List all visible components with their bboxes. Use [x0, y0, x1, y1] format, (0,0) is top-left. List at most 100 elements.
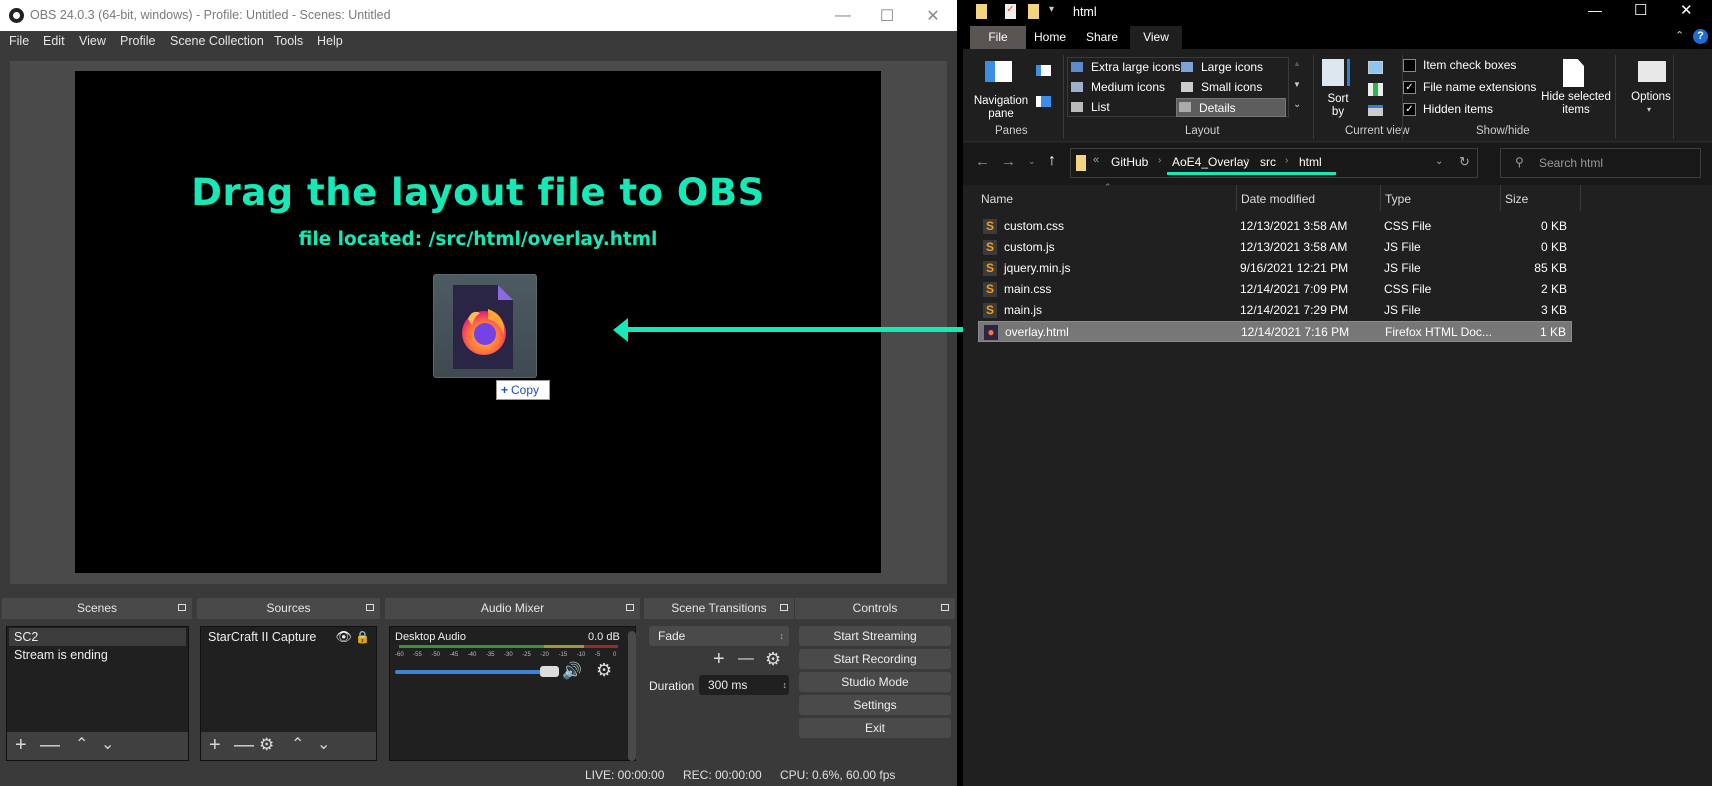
scenes-list[interactable]: SC2 Stream is ending + — ⌃ ⌄: [6, 626, 189, 761]
quick-access-dropdown-icon[interactable]: ▾: [1049, 4, 1054, 15]
gallery-scroll-up-icon[interactable]: ▲: [1293, 59, 1301, 68]
add-transition-button[interactable]: +: [713, 648, 725, 671]
minimize-button[interactable]: —: [820, 0, 866, 31]
sort-by-button[interactable]: Sort by: [1320, 59, 1360, 121]
eye-icon[interactable]: 👁: [335, 628, 352, 646]
exit-button[interactable]: Exit: [799, 718, 951, 738]
help-icon[interactable]: ?: [1693, 29, 1708, 44]
remove-source-button[interactable]: —: [234, 732, 254, 758]
breadcrumb-aoe4-overlay[interactable]: AoE4_Overlay: [1172, 155, 1249, 169]
close-button[interactable]: ✕: [910, 0, 956, 31]
address-bar[interactable]: « GitHub › AoE4_Overlay › src › html ⌄ ↻: [1070, 148, 1478, 178]
start-recording-button[interactable]: Start Recording: [799, 649, 951, 669]
column-size[interactable]: Size: [1505, 192, 1528, 206]
recent-locations-icon[interactable]: ⌄: [1028, 156, 1036, 167]
refresh-icon[interactable]: ↻: [1459, 154, 1470, 170]
studio-mode-button[interactable]: Studio Mode: [799, 672, 951, 692]
undock-icon[interactable]: [178, 604, 186, 611]
start-streaming-button[interactable]: Start Streaming: [799, 626, 951, 646]
audio-settings-gear-icon[interactable]: ⚙: [596, 660, 612, 681]
audio-mixer-scrollbar[interactable]: [628, 631, 636, 761]
gallery-expand-icon[interactable]: ⌄: [1293, 99, 1301, 110]
file-row[interactable]: Scustom.js 12/13/2021 3:58 AM JS File 0 KB: [978, 237, 1572, 258]
column-divider[interactable]: [1500, 185, 1501, 211]
breadcrumb-html[interactable]: html: [1299, 155, 1322, 169]
file-row[interactable]: Sjquery.min.js 9/16/2021 12:21 PM JS File 8…: [978, 258, 1572, 279]
address-dropdown-icon[interactable]: ⌄: [1435, 156, 1443, 167]
remove-transition-button[interactable]: —: [738, 650, 754, 668]
file-row[interactable]: ● overlay.html 12/14/2021 7:16 PM Firefox H…: [978, 321, 1572, 342]
menu-tools[interactable]: Tools: [274, 34, 303, 48]
file-row[interactable]: Smain.js 12/14/2021 7:29 PM JS File 3 KB: [978, 300, 1572, 321]
volume-slider-handle[interactable]: [540, 666, 559, 677]
add-scene-button[interactable]: +: [15, 732, 27, 758]
column-divider[interactable]: [1236, 185, 1237, 211]
duration-input[interactable]: 300 ms ↕: [699, 675, 789, 695]
collapse-ribbon-icon[interactable]: ⌃: [1675, 29, 1684, 42]
breadcrumb-separator-icon[interactable]: ›: [1246, 155, 1249, 166]
volume-slider-track[interactable]: [395, 670, 545, 674]
back-button[interactable]: ←: [975, 153, 990, 170]
column-name[interactable]: Name: [981, 192, 1013, 206]
menu-file[interactable]: File: [9, 34, 29, 48]
menu-edit[interactable]: Edit: [43, 34, 65, 48]
breadcrumb-separator-icon[interactable]: ›: [1285, 155, 1288, 166]
source-item[interactable]: StarCraft II Capture 👁 🔒: [203, 628, 374, 646]
transition-settings-gear-icon[interactable]: ⚙: [765, 649, 781, 670]
sources-list[interactable]: StarCraft II Capture 👁 🔒 + — ⚙ ⌃ ⌄: [200, 626, 377, 761]
search-box[interactable]: ⚲ Search html: [1500, 148, 1701, 178]
move-up-button[interactable]: ⌃: [291, 732, 304, 758]
properties-quick-icon[interactable]: ✓: [1005, 4, 1016, 19]
remove-scene-button[interactable]: —: [40, 732, 60, 758]
item-check-boxes-checkbox[interactable]: [1403, 59, 1416, 72]
column-type[interactable]: Type: [1385, 192, 1411, 206]
file-row[interactable]: Scustom.css 12/13/2021 3:58 AM CSS File 0 K…: [978, 216, 1572, 237]
file-name-extensions-checkbox[interactable]: ✓: [1403, 81, 1416, 94]
undock-icon[interactable]: [941, 604, 949, 611]
scene-item[interactable]: SC2: [9, 628, 186, 646]
menu-profile[interactable]: Profile: [120, 34, 155, 48]
gallery-scroll-down-icon[interactable]: ▼: [1293, 80, 1301, 89]
minimize-button[interactable]: —: [1588, 2, 1602, 18]
transition-select[interactable]: Fade ↕: [649, 626, 789, 646]
file-row[interactable]: Smain.css 12/14/2021 7:09 PM CSS File 2 KB: [978, 279, 1572, 300]
undock-icon[interactable]: [626, 604, 634, 611]
maximize-button[interactable]: ☐: [1634, 1, 1647, 19]
breadcrumb-src[interactable]: src: [1260, 155, 1276, 169]
move-up-button[interactable]: ⌃: [75, 732, 88, 758]
duration-stepper-icon[interactable]: ↕: [783, 675, 788, 695]
options-button[interactable]: Options ▾: [1623, 59, 1679, 121]
lock-icon[interactable]: 🔒: [355, 628, 370, 646]
up-button[interactable]: ↑: [1048, 152, 1056, 170]
hide-selected-items-button[interactable]: Hide selected items: [1537, 59, 1615, 121]
group-by-icon[interactable]: [1368, 61, 1383, 74]
speaker-icon[interactable]: 🔊: [562, 661, 582, 681]
breadcrumb-github[interactable]: GitHub: [1111, 155, 1148, 169]
source-properties-gear-icon[interactable]: ⚙: [259, 732, 274, 758]
menu-help[interactable]: Help: [317, 34, 343, 48]
size-columns-icon[interactable]: [1368, 105, 1383, 116]
tab-file[interactable]: File: [970, 26, 1026, 49]
layout-extra-large-icons[interactable]: Extra large icons: [1069, 58, 1180, 77]
scene-item[interactable]: Stream is ending: [9, 646, 186, 664]
move-down-button[interactable]: ⌄: [101, 732, 114, 758]
navigation-pane-button[interactable]: Navigation pane: [971, 55, 1031, 123]
forward-button[interactable]: →: [1001, 153, 1016, 170]
column-divider[interactable]: [1380, 185, 1381, 211]
preview-pane-icon[interactable]: [1036, 65, 1051, 76]
tab-share[interactable]: Share: [1074, 26, 1130, 49]
breadcrumb-separator-icon[interactable]: ›: [1158, 155, 1161, 166]
new-folder-quick-icon[interactable]: [1028, 4, 1039, 19]
hidden-items-checkbox[interactable]: ✓: [1403, 103, 1416, 116]
close-button[interactable]: ✕: [1680, 1, 1693, 19]
tab-view[interactable]: View: [1130, 26, 1182, 49]
column-divider[interactable]: [1580, 185, 1581, 211]
undock-icon[interactable]: [366, 604, 374, 611]
layout-details[interactable]: Details: [1176, 98, 1286, 117]
tab-home[interactable]: Home: [1026, 26, 1074, 49]
maximize-button[interactable]: ☐: [864, 0, 910, 31]
menu-view[interactable]: View: [79, 34, 106, 48]
settings-button[interactable]: Settings: [799, 695, 951, 715]
add-source-button[interactable]: +: [209, 732, 221, 758]
menu-scene-collection[interactable]: Scene Collection: [170, 34, 264, 48]
